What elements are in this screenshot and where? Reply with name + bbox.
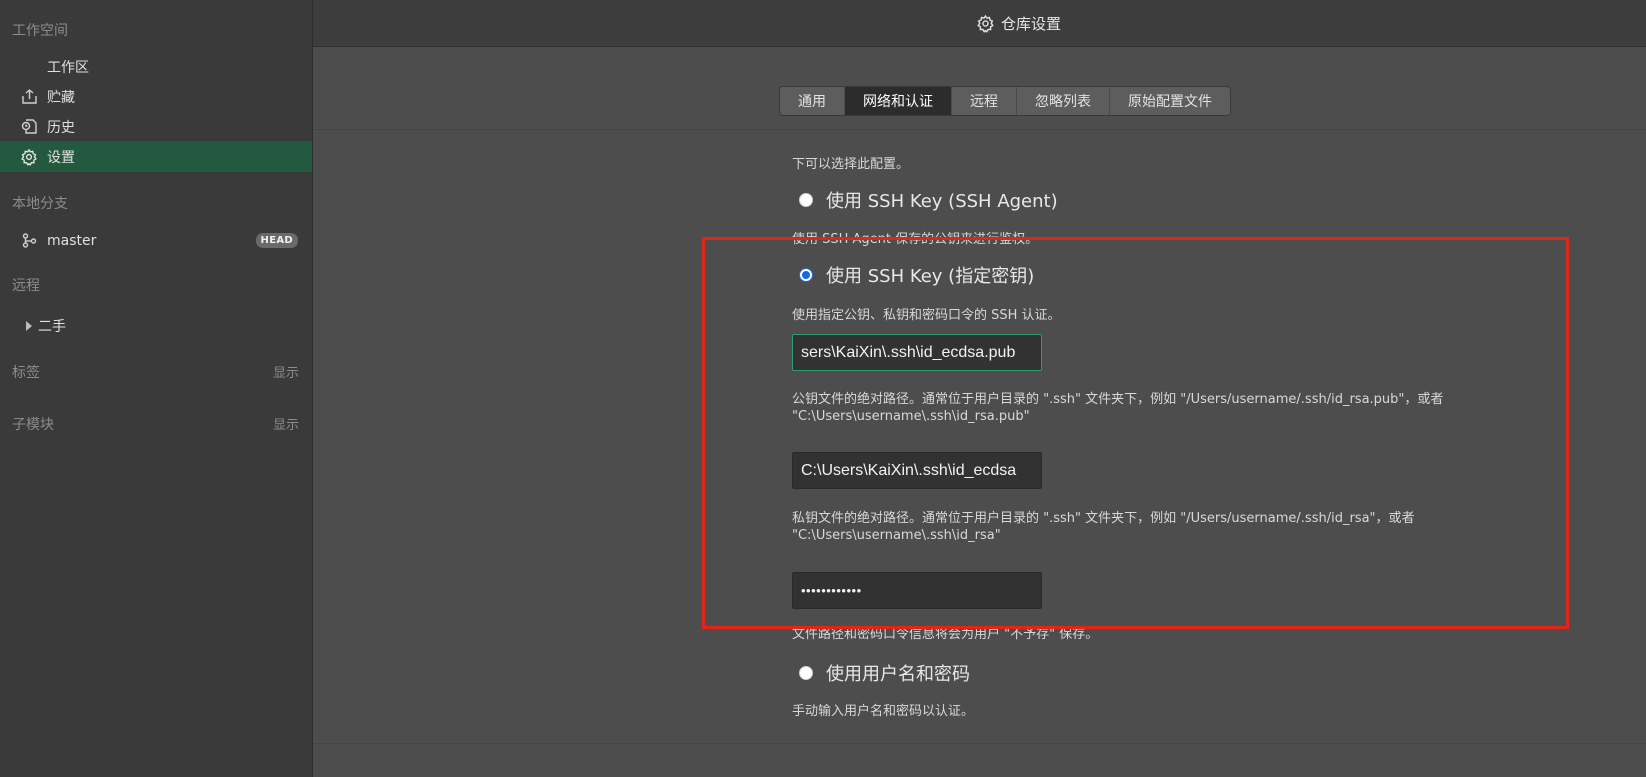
page-title: 仓库设置 [976, 13, 1061, 34]
radio-button[interactable] [799, 666, 813, 680]
radio-ssh-agent[interactable]: 使用 SSH Key (SSH Agent) [799, 187, 1058, 213]
gear-icon [19, 147, 39, 167]
username-password-desc: 手动输入用户名和密码以认证。 [792, 704, 975, 719]
radio-label: 使用 SSH Key (SSH Agent) [826, 191, 1058, 212]
private-key-help: 私钥文件的绝对路径。通常位于用户目录的 ".ssh" 文件夹下，例如 "/Use… [792, 511, 1415, 526]
radio-username-password[interactable]: 使用用户名和密码 [799, 660, 970, 686]
private-key-input[interactable]: C:\Users\KaiXin\.ssh\id_ecdsa [792, 452, 1042, 489]
tab-raw-config[interactable]: 原始配置文件 [1110, 87, 1230, 115]
tab-remotes[interactable]: 远程 [952, 87, 1017, 115]
sidebar-item-label: 历史 [47, 119, 75, 136]
tags-header: 标签 [12, 365, 40, 381]
local-branches-header: 本地分支 [12, 196, 68, 212]
caret-right-icon[interactable] [26, 320, 32, 331]
ssh-agent-desc: 使用 SSH Agent 保存的公钥来进行鉴权。 [792, 232, 1039, 247]
sidebar-item-label: 设置 [47, 149, 75, 166]
intro-text: 下可以选择此配置。 [792, 157, 910, 172]
branch-icon [19, 231, 39, 251]
gear-icon [977, 14, 994, 33]
remote-name: 二手 [38, 318, 66, 335]
remote-item[interactable]: 二手 [0, 310, 312, 341]
radio-ssh-key[interactable]: 使用 SSH Key (指定密钥) [799, 262, 1034, 288]
remotes-header: 远程 [12, 278, 40, 294]
page-title-text: 仓库设置 [1001, 15, 1062, 33]
sidebar-item-workspace[interactable]: 工作区 [0, 51, 312, 82]
public-key-help-path: "C:\Users\username\.ssh\id_rsa.pub" [792, 409, 1030, 424]
sidebar: 工作空间 工作区 贮藏 历史 设置 本地分支 master HEAD 远程 二手… [0, 0, 313, 777]
radio-button-checked[interactable] [799, 268, 813, 282]
ssh-key-desc: 使用指定公钥、私钥和密码口令的 SSH 认证。 [792, 308, 1061, 323]
highlight-annotation [702, 237, 1569, 629]
workspace-icon [19, 57, 39, 77]
tabs-divider [313, 129, 1646, 130]
tags-show-link[interactable]: 显示 [273, 362, 299, 381]
head-badge: HEAD [255, 233, 298, 248]
tab-network-auth[interactable]: 网络和认证 [845, 87, 952, 115]
sidebar-item-label: 工作区 [47, 59, 89, 76]
history-icon [19, 117, 39, 137]
sidebar-item-settings[interactable]: 设置 [0, 141, 312, 172]
public-key-input[interactable]: sers\KaiXin\.ssh\id_ecdsa.pub [792, 334, 1042, 371]
radio-label: 使用 SSH Key (指定密钥) [826, 266, 1035, 287]
tab-general[interactable]: 通用 [780, 87, 845, 115]
submodules-show-link[interactable]: 显示 [273, 414, 299, 433]
passphrase-input[interactable]: •••••••••••• [792, 572, 1042, 609]
sidebar-item-history[interactable]: 历史 [0, 111, 312, 142]
branch-name: master [47, 232, 97, 249]
bottom-divider [313, 743, 1646, 744]
storage-note: 文件路径和密码口令信息将会为用户 "不予存" 保存。 [792, 627, 1099, 642]
radio-button[interactable] [799, 193, 813, 207]
public-key-help: 公钥文件的绝对路径。通常位于用户目录的 ".ssh" 文件夹下，例如 "/Use… [792, 392, 1444, 407]
settings-tabs: 通用 网络和认证 远程 忽略列表 原始配置文件 [779, 86, 1231, 116]
sidebar-item-stash[interactable]: 贮藏 [0, 81, 312, 112]
radio-label: 使用用户名和密码 [826, 664, 970, 685]
submodules-header: 子模块 [12, 417, 54, 433]
sidebar-item-label: 贮藏 [47, 89, 75, 106]
tab-ignore-list[interactable]: 忽略列表 [1017, 87, 1110, 115]
stash-icon [19, 87, 39, 107]
private-key-help-path: "C:\Users\username\.ssh\id_rsa" [792, 528, 1001, 543]
workspace-header: 工作空间 [12, 23, 68, 39]
topbar: 仓库设置 [313, 0, 1646, 47]
branch-item-master[interactable]: master HEAD [0, 225, 312, 256]
